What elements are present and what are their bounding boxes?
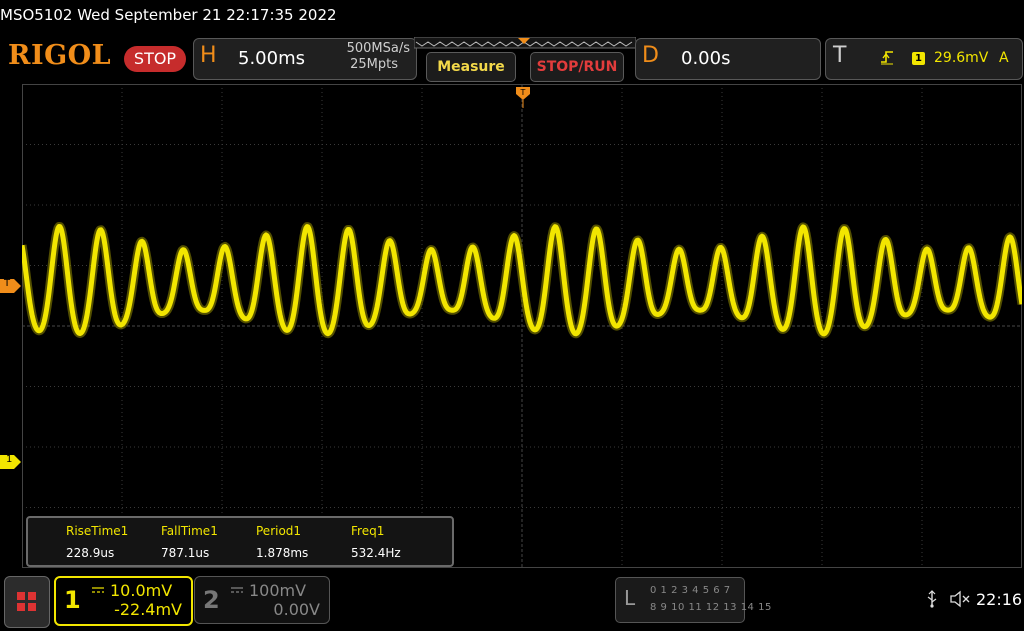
measurement-value: 228.9us [66,546,115,560]
logic-channels-row-2: 8 9 10 11 12 13 14 15 [650,602,772,613]
trigger-mode: A [999,50,1009,66]
logic-channels-row-1: 0 1 2 3 4 5 6 7 [650,585,731,596]
trigger-label: T [833,43,847,68]
delay-label: D [642,43,659,68]
usb-icon [927,590,937,608]
measure-button[interactable]: Measure [426,52,516,82]
waveform-display[interactable] [22,84,1022,568]
ch2-scale: 100mV [249,581,307,600]
system-clock: 22:16 [976,590,1023,609]
trigger-level: 29.6mV [934,50,989,66]
delay-value: 0.00s [681,48,731,69]
ch2-number: 2 [203,586,220,614]
trigger-position-bar[interactable] [414,37,636,49]
trigger-level-marker-label: T [4,278,11,289]
sample-rate: 500MSa/s [346,41,410,56]
measurement-value: 787.1us [161,546,210,560]
measurement-value: 1.878ms [256,546,309,560]
ch1-offset-marker[interactable]: 1 [0,454,22,469]
brand-logo: RIGOL [8,40,112,71]
measurement-label: Freq1 [351,524,385,538]
stop-run-button[interactable]: STOP/RUN [530,52,624,82]
measurement-label: Period1 [256,524,302,538]
ch2-offset: 0.00V [273,600,320,619]
measurement-label: RiseTime1 [66,524,129,538]
dc-coupling-icon [231,587,243,593]
measurement-label: FallTime1 [161,524,218,538]
trigger-position-marker[interactable]: T [515,86,531,108]
trigger-level-marker[interactable]: T [0,278,22,293]
memory-depth: 25Mpts [350,57,398,72]
horizontal-label: H [200,43,217,68]
window-title: MSO5102 Wed September 21 22:17:35 2022 [0,6,337,24]
speaker-muted-icon[interactable] [950,590,970,608]
timebase-value: 5.00ms [238,48,305,69]
dc-coupling-icon [92,587,104,593]
rising-edge-icon [881,51,893,65]
ch1-offset: -22.4mV [114,600,182,619]
ch1-offset-marker-label: 1 [6,454,13,465]
run-state-badge[interactable]: STOP [124,46,186,72]
svg-text:T: T [520,88,526,97]
trigger-source-badge: 1 [912,52,925,65]
menu-grid-icon [17,592,36,611]
ch1-scale: 10.0mV [110,581,173,600]
logic-analyzer-label: L [624,586,636,610]
ch1-number: 1 [64,586,81,614]
main-menu-button[interactable] [4,576,50,628]
measurement-value: 532.4Hz [351,546,401,560]
